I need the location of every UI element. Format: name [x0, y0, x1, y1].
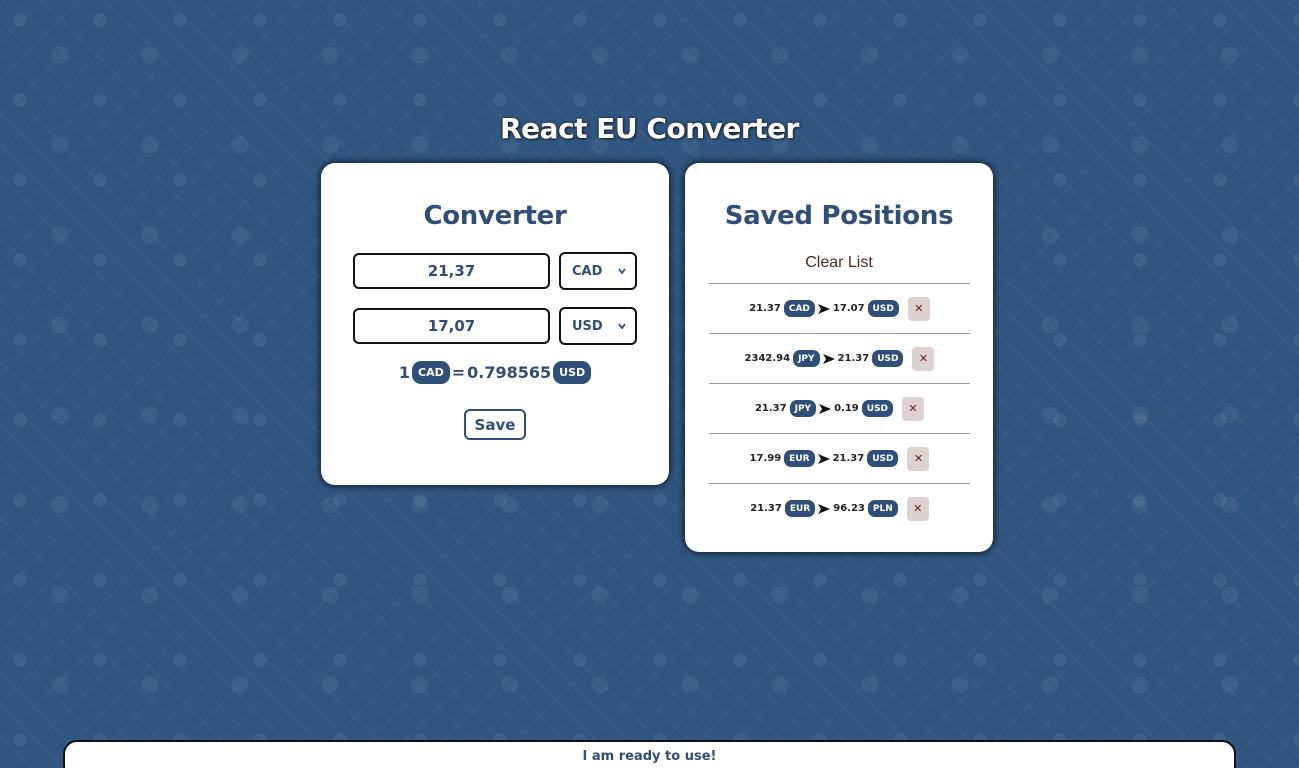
arrow-right-icon: [817, 453, 830, 464]
list-item: 21.37 JPY 0.19 USD ✕: [709, 383, 970, 433]
arrow-right-icon: [817, 303, 830, 314]
to-currency-value: USD: [572, 318, 603, 334]
arrow-right-icon: [818, 503, 831, 514]
delete-button[interactable]: ✕: [907, 446, 930, 471]
delete-button[interactable]: ✕: [906, 496, 929, 521]
saved-to-currency-badge: USD: [861, 400, 894, 417]
saved-from-currency-badge: CAD: [783, 300, 815, 317]
saved-to-amount: 96.23: [833, 503, 865, 514]
clear-list-button[interactable]: Clear List: [685, 254, 993, 272]
list-item: 17.99 EUR 21.37 USD ✕: [709, 433, 970, 483]
rate-value: 0.798565: [467, 363, 552, 382]
to-amount-input[interactable]: [353, 308, 550, 344]
saved-list: 21.37 CAD 17.07 USD ✕ 2342.94 JPY 21.37 …: [709, 283, 970, 533]
status-panel: I am ready to use!: [63, 740, 1236, 768]
to-currency-select[interactable]: USD: [559, 307, 637, 345]
saved-to-amount: 0.19: [834, 403, 859, 414]
saved-to-currency-badge: USD: [867, 450, 899, 467]
converter-title: Converter: [423, 201, 567, 231]
saved-from-amount: 21.37: [750, 503, 782, 514]
list-item: 2342.94 JPY 21.37 USD ✕: [709, 333, 970, 383]
save-button[interactable]: Save: [464, 409, 526, 440]
saved-from-amount: 21.37: [749, 303, 781, 314]
list-item: 21.37 CAD 17.07 USD ✕: [709, 283, 970, 333]
rate-equals: =: [451, 363, 466, 382]
saved-to-amount: 17.07: [832, 303, 865, 314]
delete-button[interactable]: ✕: [907, 296, 930, 321]
chevron-down-icon: [618, 323, 626, 330]
delete-button[interactable]: ✕: [902, 396, 925, 421]
from-currency-select[interactable]: CAD: [559, 252, 637, 290]
saved-from-amount: 2342.94: [744, 353, 791, 364]
chevron-down-icon: [618, 268, 626, 275]
exchange-rate: 1 CAD = 0.798565 USD: [321, 361, 669, 384]
list-item: 21.37 EUR 96.23 PLN ✕: [709, 483, 970, 533]
converter-card: Converter CAD USD 1 CAD = 0.798565 USD S…: [321, 163, 669, 485]
delete-button[interactable]: ✕: [912, 346, 935, 371]
saved-to-amount: 21.37: [832, 453, 865, 464]
status-message: I am ready to use!: [582, 749, 717, 764]
saved-from-currency-badge: JPY: [789, 400, 817, 417]
saved-to-currency-badge: USD: [867, 300, 899, 317]
arrow-right-icon: [819, 403, 832, 414]
saved-from-amount: 21.37: [754, 403, 787, 414]
saved-from-amount: 17.99: [749, 453, 782, 464]
saved-to-amount: 21.37: [837, 353, 870, 364]
rate-target-currency-badge: USD: [553, 361, 592, 384]
saved-positions-card: Saved Positions Clear List 21.37 CAD 17.…: [685, 163, 993, 552]
rate-base-currency-badge: CAD: [412, 361, 450, 384]
app-title: React EU Converter: [500, 112, 799, 145]
rate-base-amount: 1: [398, 363, 410, 382]
saved-from-currency-badge: JPY: [793, 350, 820, 367]
arrow-right-icon: [822, 353, 835, 364]
from-currency-value: CAD: [572, 263, 603, 279]
saved-from-currency-badge: EUR: [784, 500, 816, 517]
saved-to-currency-badge: PLN: [867, 500, 898, 517]
saved-positions-title: Saved Positions: [724, 201, 954, 231]
from-amount-input[interactable]: [353, 253, 550, 289]
saved-to-currency-badge: USD: [872, 350, 904, 367]
saved-from-currency-badge: EUR: [784, 450, 815, 467]
